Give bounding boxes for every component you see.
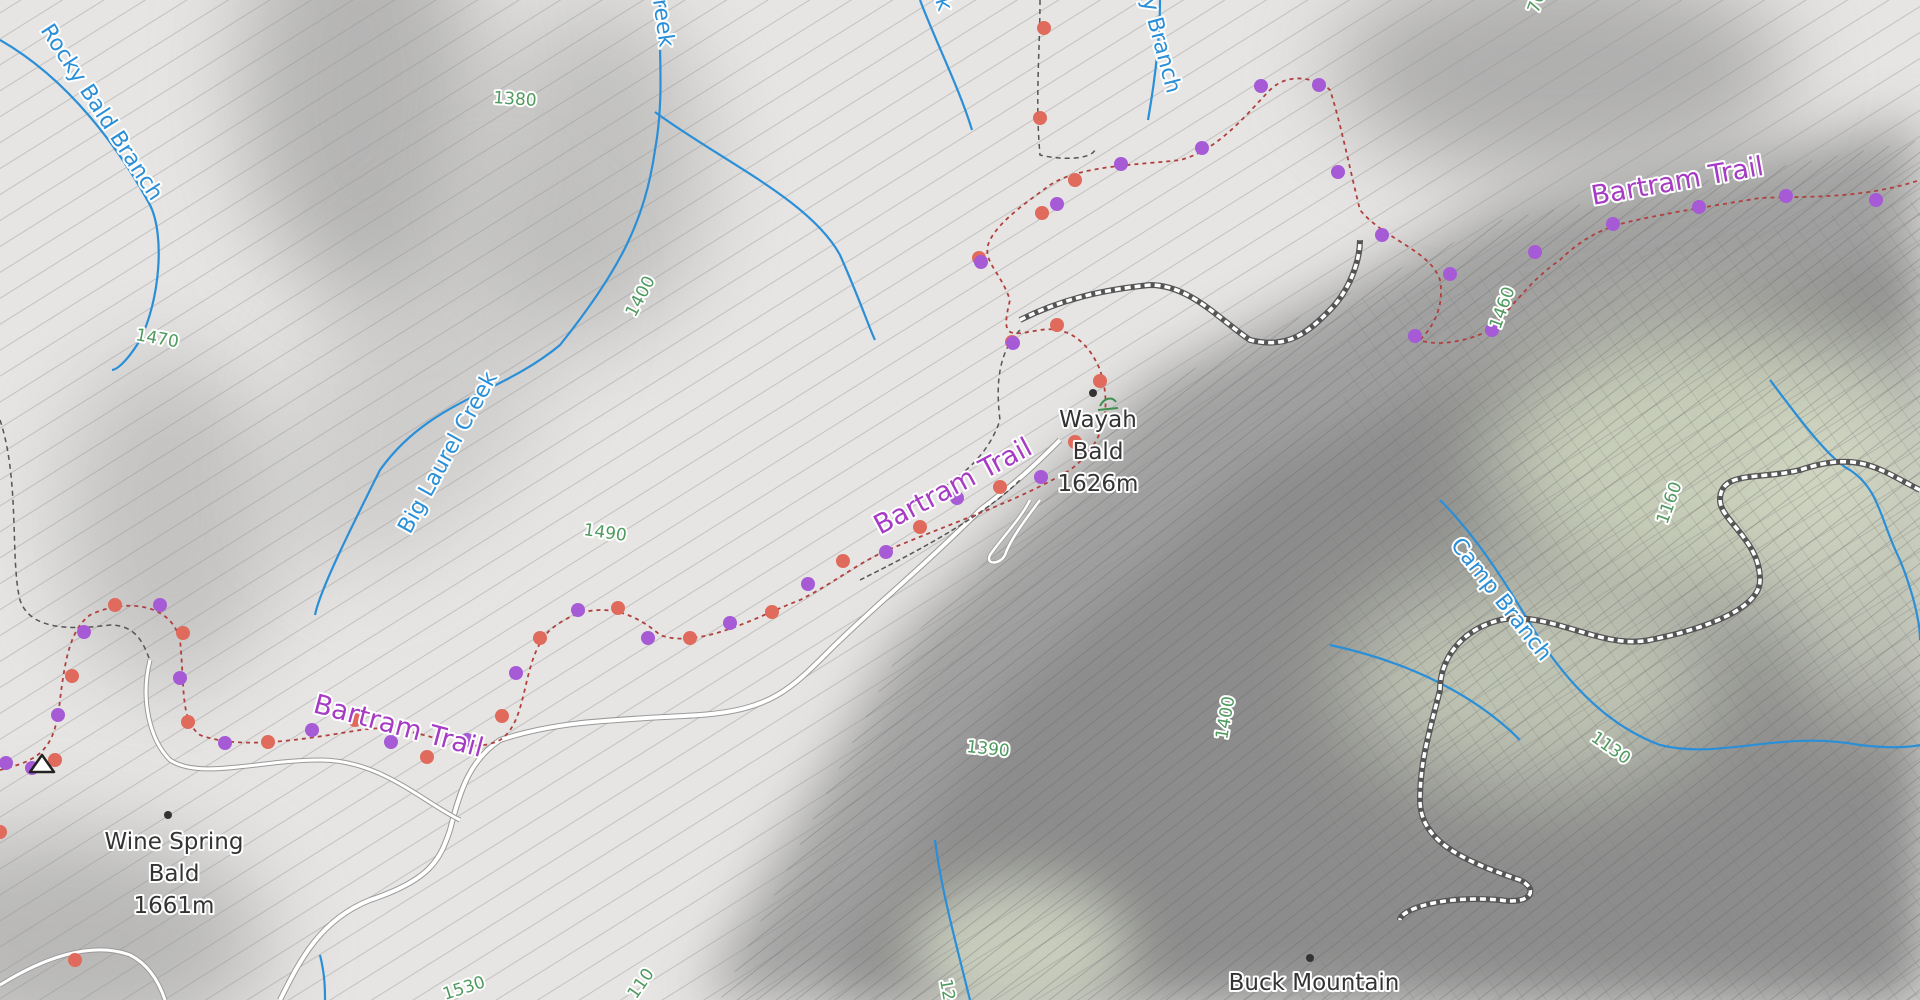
map-canvas[interactable]: Rocky Bald Branch reek k y Branch Big La… [0,0,1920,1000]
svg-text:Buck Mountain: Buck Mountain [1229,970,1400,996]
svg-text:1626m: 1626m [1058,471,1139,497]
map-view[interactable]: Rocky Bald Branch reek k y Branch Big La… [0,0,1920,1000]
svg-text:Bald: Bald [149,861,200,887]
wayah-bald-marker [1089,389,1097,397]
peak-label-buck-mountain: Buck Mountain [1227,968,1402,998]
svg-text:12: 12 [935,977,958,1000]
wine-spring-bald-marker [164,811,172,819]
svg-text:Bald: Bald [1073,439,1124,465]
svg-text:Wayah: Wayah [1059,407,1137,433]
buck-mountain-marker [1306,954,1314,962]
svg-text:1661m: 1661m [134,893,215,919]
svg-text:Wine Spring: Wine Spring [105,829,244,855]
svg-text:1380: 1380 [493,88,538,111]
